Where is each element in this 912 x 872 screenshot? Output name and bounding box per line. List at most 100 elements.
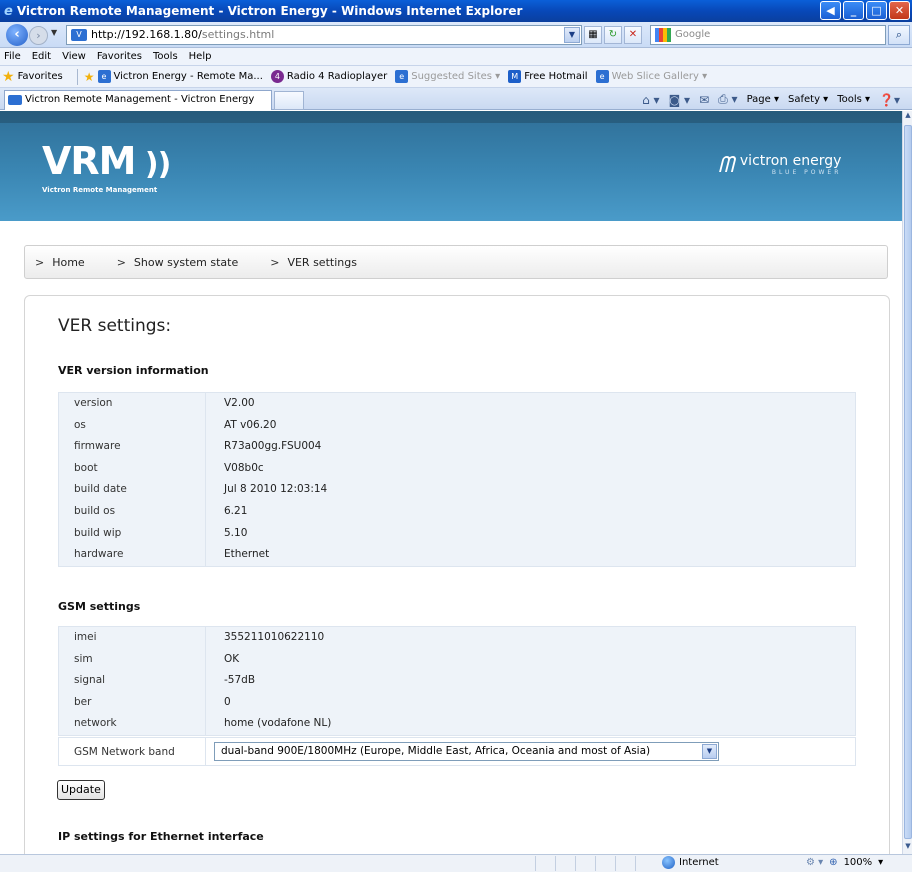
mail-icon[interactable]: ✉ (699, 93, 709, 107)
history-dropdown-icon[interactable]: ▼ (51, 28, 57, 37)
site-favicon-icon: V (71, 29, 87, 41)
compatibility-view-icon[interactable]: ▦ (584, 26, 602, 44)
row-key: ber (74, 695, 92, 708)
row-value: 6.21 (224, 504, 248, 517)
version-table: version V2.00 os AT v06.20 firmware R73a00g… (58, 392, 856, 567)
row-value: V08b0c (224, 461, 264, 474)
update-button[interactable]: Update (57, 780, 105, 800)
google-icon (655, 28, 671, 42)
ie-page-icon: e (595, 70, 609, 83)
globe-icon (662, 856, 675, 869)
breadcrumb-ver-settings[interactable]: VER settings (287, 256, 356, 269)
row-key: boot (74, 461, 98, 474)
new-tab-button[interactable] (274, 91, 304, 110)
chevron-right-icon: > (270, 255, 280, 269)
status-bar: Internet ⚙ ▾ ⊕ 100% ▾ (0, 854, 912, 872)
fav-link-radio4[interactable]: 4 Radio 4 Radioplayer (270, 70, 388, 83)
help-icon[interactable]: ❓▾ (879, 93, 900, 107)
search-input[interactable]: Google (650, 25, 886, 45)
back-button[interactable]: ‹ (6, 24, 28, 46)
menu-tools[interactable]: Tools (153, 51, 178, 62)
favorites-button[interactable]: ★ Favorites (2, 69, 63, 85)
row-value: R73a00gg.FSU004 (224, 440, 322, 453)
signal-waves-icon: )) (135, 147, 171, 182)
feeds-icon[interactable]: ◙ ▾ (669, 93, 690, 107)
print-icon[interactable]: ⎙ ▾ (718, 92, 737, 107)
menu-edit[interactable]: Edit (32, 51, 51, 62)
version-section-title: VER version information (58, 364, 209, 377)
menu-file[interactable]: File (4, 51, 21, 62)
gsm-band-row: GSM Network band dual-band 900E/1800MHz … (58, 737, 856, 766)
row-value: AT v06.20 (224, 418, 277, 431)
table-row: hardware Ethernet (59, 544, 855, 566)
table-row: imei 355211010622110 (59, 627, 855, 649)
security-zone[interactable]: Internet (662, 856, 719, 869)
table-row: ber 0 (59, 692, 855, 714)
table-row: boot V08b0c (59, 458, 855, 480)
vertical-scrollbar[interactable]: ▲ ▼ (902, 111, 912, 854)
victron-brand: victron energy (739, 153, 842, 169)
site-header: VRM )) Victron Remote Management ᗰ victr… (0, 111, 902, 221)
chevron-down-icon[interactable]: ▼ (702, 744, 717, 759)
row-value: OK (224, 652, 240, 665)
fav-link-hotmail[interactable]: M Free Hotmail (508, 70, 588, 83)
fav-label: Radio 4 Radioplayer (286, 71, 388, 82)
fav-label: Suggested Sites ▾ (411, 71, 501, 82)
table-row: build date Jul 8 2010 12:03:14 (59, 479, 855, 501)
fav-label: Free Hotmail (524, 71, 588, 82)
row-key: sim (74, 652, 93, 665)
ie-page-icon: e (395, 70, 409, 83)
vrm-logo[interactable]: VRM )) Victron Remote Management (42, 141, 171, 194)
safety-menu[interactable]: Safety ▾ (788, 94, 828, 105)
table-row: build os 6.21 (59, 501, 855, 523)
refresh-icon[interactable]: ↻ (604, 26, 622, 44)
fav-suggested-sites[interactable]: e Suggested Sites ▾ (395, 70, 500, 83)
breadcrumb-home[interactable]: Home (52, 256, 84, 269)
row-value: Jul 8 2010 12:03:14 (224, 483, 328, 496)
page-title: VER settings: (58, 316, 172, 336)
table-row: signal -57dB (59, 670, 855, 692)
gsm-band-select[interactable]: dual-band 900E/1800MHz (Europe, Middle E… (214, 742, 719, 761)
breadcrumb: > Home > Show system state > VER setting… (24, 245, 888, 279)
victron-logo[interactable]: ᗰ victron energy BLUE POWER (718, 153, 841, 179)
row-key: build date (74, 483, 127, 496)
menu-bar: File Edit View Favorites Tools Help (0, 48, 912, 66)
close-button[interactable]: ✕ (889, 1, 910, 20)
search-icon[interactable]: ⌕ (888, 25, 910, 45)
minimize-button[interactable]: _ (843, 1, 864, 20)
url-input[interactable]: V http://192.168.1.80/settings.html ▼ (66, 25, 582, 45)
scroll-up-icon[interactable]: ▲ (904, 111, 912, 123)
tools-menu[interactable]: Tools ▾ (837, 94, 870, 105)
divider (76, 68, 78, 85)
tab-active[interactable]: Victron Remote Management - Victron Ener… (4, 90, 272, 110)
forward-button[interactable]: › (29, 26, 48, 45)
table-row: build wip 5.10 (59, 523, 855, 545)
scroll-thumb[interactable] (904, 125, 912, 839)
menu-view[interactable]: View (62, 51, 86, 62)
table-row: firmware R73a00gg.FSU004 (59, 436, 855, 458)
row-value: home (vodafone NL) (224, 717, 332, 730)
row-key: signal (74, 674, 106, 687)
page-menu[interactable]: Page ▾ (747, 94, 779, 105)
protected-mode-icon[interactable]: ⚙ ▾ (806, 857, 823, 868)
stop-icon[interactable]: ✕ (624, 26, 642, 44)
fav-web-slice-gallery[interactable]: e Web Slice Gallery ▾ (595, 70, 707, 83)
breadcrumb-system-state[interactable]: Show system state (134, 256, 238, 269)
maximize-button[interactable]: □ (866, 1, 887, 20)
scroll-left-icon[interactable]: ◀ (820, 1, 841, 20)
home-icon[interactable]: ⌂ ▾ (642, 93, 659, 107)
row-value: V2.00 (224, 397, 255, 409)
menu-favorites[interactable]: Favorites (97, 51, 142, 62)
zoom-control[interactable]: ⚙ ▾ ⊕ 100% ▾ (806, 857, 883, 868)
search-placeholder: Google (675, 29, 711, 40)
url-dropdown-icon[interactable]: ▼ (564, 27, 580, 43)
tab-row: Victron Remote Management - Victron Ener… (0, 88, 912, 110)
window-title: Victron Remote Management - Victron Ener… (16, 4, 523, 18)
settings-panel: VER settings: VER version information ve… (24, 295, 890, 854)
menu-help[interactable]: Help (189, 51, 212, 62)
victron-tagline: BLUE POWER (771, 169, 842, 176)
zoom-dropdown-icon[interactable]: ▾ (878, 857, 883, 868)
fav-link-victron[interactable]: e Victron Energy - Remote Ma... (97, 70, 263, 83)
add-favorite-icon[interactable]: ★ (84, 70, 95, 84)
scroll-down-icon[interactable]: ▼ (904, 842, 912, 854)
